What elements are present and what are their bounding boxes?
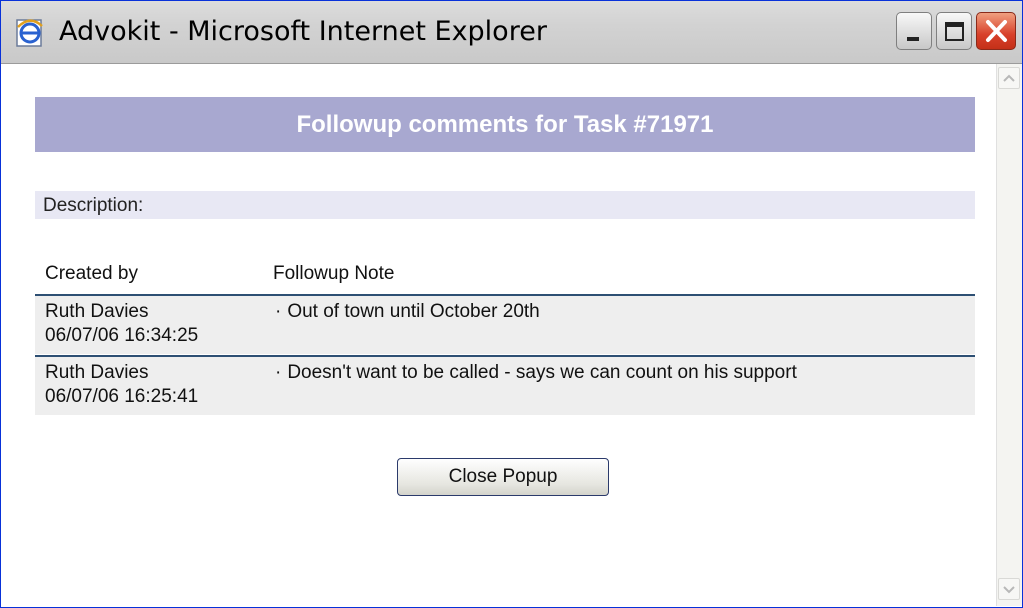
scroll-down-button[interactable] [998,578,1020,600]
description-label: Description: [35,191,975,219]
chevron-down-icon [1003,586,1015,594]
note-text: Out of town until October 20th [287,301,540,322]
maximize-button[interactable] [936,12,972,50]
bullet-icon: · [275,362,282,383]
note-text: Doesn't want to be called - says we can … [287,362,797,383]
page-content: Followup comments for Task #71971 Descri… [9,64,996,604]
minimize-button[interactable] [896,12,932,50]
row-author-cell: Ruth Davies 06/07/06 16:34:25 [45,300,198,348]
close-window-button[interactable] [976,12,1016,50]
author-name: Ruth Davies [45,301,149,322]
row-author-cell: Ruth Davies 06/07/06 16:25:41 [45,361,198,409]
author-name: Ruth Davies [45,362,149,383]
followup-note: · Doesn't want to be called - says we can… [275,361,797,385]
title-bar[interactable]: Advokit - Microsoft Internet Explorer [1,1,1022,64]
created-datetime: 06/07/06 16:25:41 [45,386,199,407]
table-row: Ruth Davies 06/07/06 16:34:25 · Out of to… [35,294,975,354]
table-row: Ruth Davies 06/07/06 16:25:41 · Doesn't w… [35,355,975,415]
vertical-scrollbar[interactable] [996,64,1022,606]
column-header-created-by: Created by [45,263,138,284]
scroll-up-button[interactable] [998,67,1020,89]
close-popup-button[interactable]: Close Popup [397,458,609,496]
browser-window: Advokit - Microsoft Internet Explorer Fo… [0,0,1023,608]
ie-icon [15,18,45,48]
minimize-icon [907,37,919,41]
close-icon [986,20,1007,42]
followup-note: · Out of town until October 20th [275,300,540,324]
column-header-followup-note: Followup Note [273,263,395,284]
created-datetime: 06/07/06 16:34:25 [45,325,199,346]
window-title: Advokit - Microsoft Internet Explorer [59,16,547,47]
chevron-up-icon [1003,74,1015,82]
page-title: Followup comments for Task #71971 [35,97,975,152]
bullet-icon: · [275,301,282,322]
maximize-icon [945,22,964,41]
